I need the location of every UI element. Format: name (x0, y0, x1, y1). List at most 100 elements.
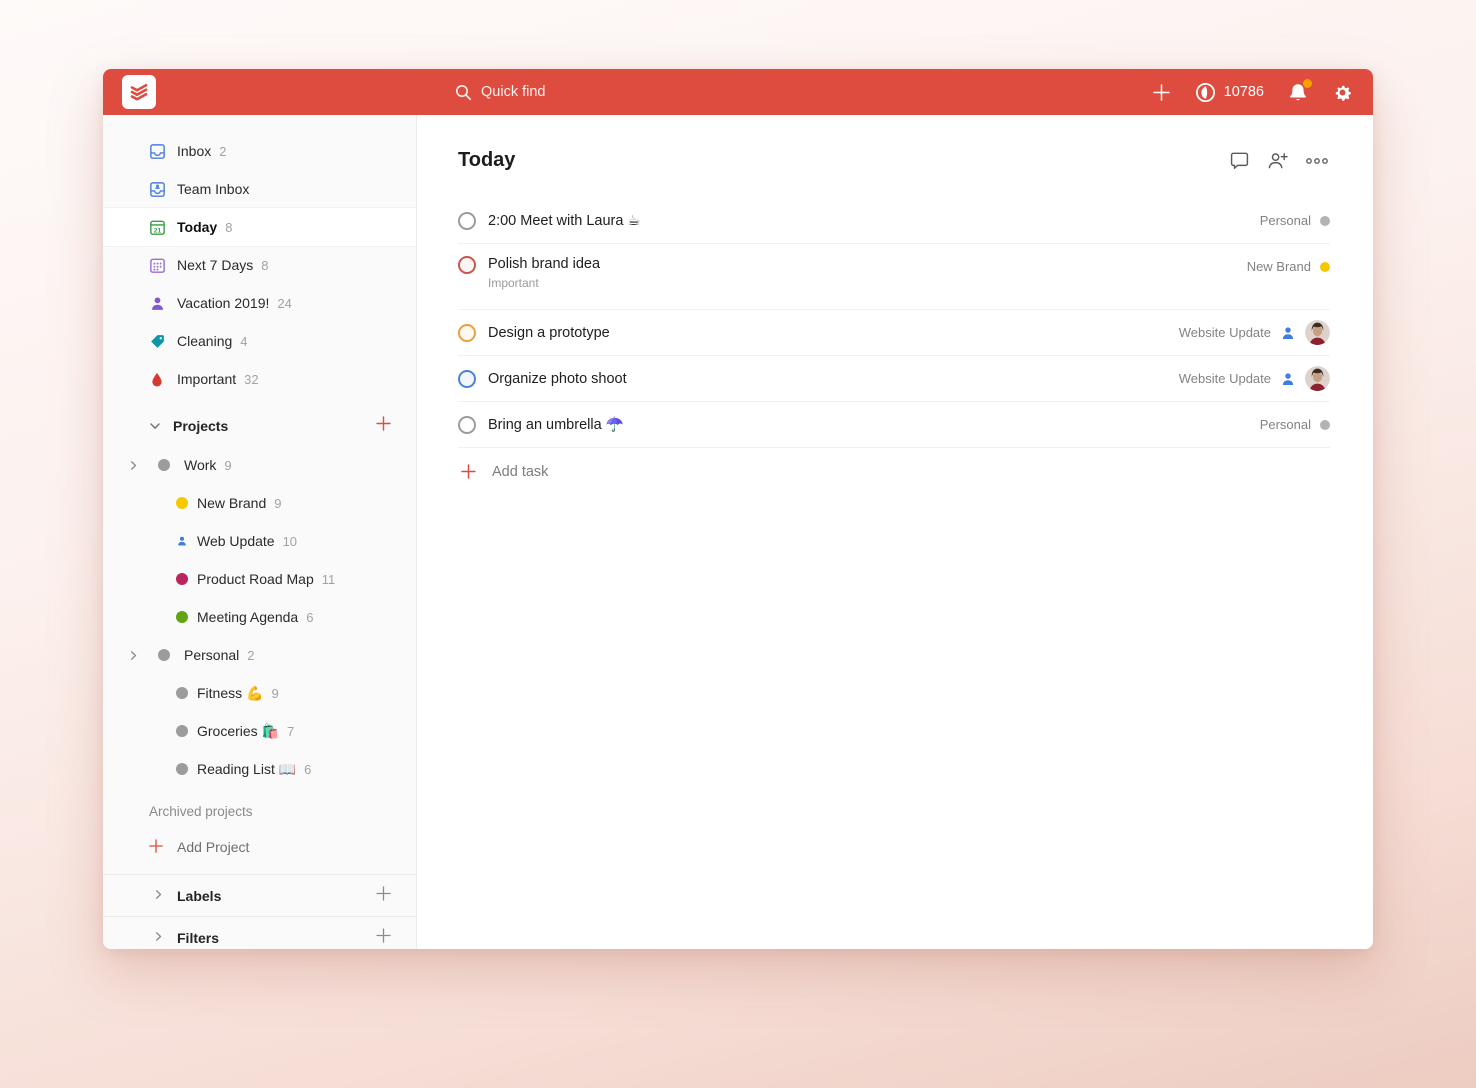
karma-icon (1195, 82, 1216, 103)
add-label-button[interactable] (375, 885, 392, 907)
svg-text:21: 21 (153, 227, 161, 234)
sidebar-item-important[interactable]: Important 32 (103, 360, 416, 398)
task-label-tag[interactable]: Important (488, 276, 600, 290)
item-count: 9 (271, 686, 278, 701)
task-title[interactable]: 2:00 Meet with Laura ☕ (488, 213, 640, 229)
comments-button[interactable] (1229, 150, 1250, 171)
add-task-quick-button[interactable] (1152, 83, 1171, 102)
task-project-label[interactable]: Personal (1260, 213, 1311, 228)
search-placeholder: Quick find (481, 84, 545, 100)
task-checkbox-priority-3[interactable] (458, 370, 476, 388)
chevron-right-icon[interactable] (128, 650, 144, 661)
task-checkbox[interactable] (458, 212, 476, 230)
topbar: Quick find 10786 (103, 69, 1373, 115)
filters-section-header[interactable]: Filters (103, 916, 416, 949)
notifications-button[interactable] (1288, 82, 1308, 103)
sidebar-project-work[interactable]: Work 9 (103, 446, 416, 484)
project-color-dot (176, 573, 188, 585)
task-checkbox-priority-2[interactable] (458, 324, 476, 342)
item-count: 9 (274, 496, 281, 511)
item-count: 9 (224, 458, 231, 473)
sidebar-item-inbox[interactable]: Inbox 2 (103, 132, 416, 170)
todoist-logo[interactable] (122, 75, 156, 109)
sidebar-item-cleaning[interactable]: Cleaning 4 (103, 322, 416, 360)
sidebar-item-today[interactable]: 21 Today 8 (103, 208, 416, 246)
project-label: Reading List 📖 (197, 761, 296, 778)
task-project-label[interactable]: Website Update (1179, 371, 1271, 386)
add-project-label: Add Project (177, 839, 249, 855)
project-color-dot (154, 649, 174, 661)
labels-header-label: Labels (177, 888, 221, 904)
item-count: 4 (240, 334, 247, 349)
search-input[interactable]: Quick find (455, 84, 545, 101)
task-project-label[interactable]: Personal (1260, 417, 1311, 432)
share-person-plus-button[interactable] (1266, 150, 1289, 171)
team-inbox-icon (147, 180, 167, 199)
search-icon (455, 84, 472, 101)
labels-section-header[interactable]: Labels (103, 874, 416, 916)
item-count: 6 (304, 762, 311, 777)
sidebar-item-label: Team Inbox (177, 181, 249, 197)
today-calendar-icon: 21 (147, 218, 167, 237)
settings-button[interactable] (1332, 82, 1353, 103)
task-checkbox-priority-1[interactable] (458, 256, 476, 274)
plus-icon (460, 463, 477, 480)
task-title[interactable]: Organize photo shoot (488, 371, 627, 387)
task-title[interactable]: Design a prototype (488, 325, 610, 341)
shared-project-person-icon (1280, 325, 1296, 341)
project-color-dot (176, 611, 188, 623)
add-project-button[interactable]: Add Project (103, 828, 416, 866)
archived-projects-label: Archived projects (149, 804, 253, 819)
project-color-dot (1320, 216, 1330, 226)
sidebar-item-next-7-days[interactable]: Next 7 Days 8 (103, 246, 416, 284)
assignee-avatar[interactable] (1305, 366, 1330, 391)
projects-header-label: Projects (173, 418, 228, 434)
item-count: 8 (261, 258, 268, 273)
sidebar-project-reading-list[interactable]: Reading List 📖 6 (103, 750, 416, 788)
add-task-button[interactable]: Add task (458, 448, 1330, 480)
task-project-label[interactable]: New Brand (1247, 259, 1311, 274)
item-count: 32 (244, 372, 258, 387)
project-label: Product Road Map (197, 571, 314, 587)
sidebar-project-personal[interactable]: Personal 2 (103, 636, 416, 674)
todoist-checkmarks-icon (128, 81, 150, 103)
project-color-dot (176, 763, 188, 775)
sidebar-project-meeting-agenda[interactable]: Meeting Agenda 6 (103, 598, 416, 636)
sidebar-project-web-update[interactable]: Web Update 10 (103, 522, 416, 560)
add-filter-button[interactable] (375, 927, 392, 949)
filters-header-label: Filters (177, 930, 219, 946)
sidebar-item-label: Next 7 Days (177, 257, 253, 273)
chevron-right-icon (153, 887, 164, 905)
sidebar-project-product-road-map[interactable]: Product Road Map 11 (103, 560, 416, 598)
main-content: Today 2:00 Meet with Laura ☕ (417, 115, 1373, 949)
sidebar-item-label: Cleaning (177, 333, 232, 349)
assignee-avatar[interactable] (1305, 320, 1330, 345)
sidebar-project-groceries[interactable]: Groceries 🛍️ 7 (103, 712, 416, 750)
task-project-label[interactable]: Website Update (1179, 325, 1271, 340)
task-checkbox[interactable] (458, 416, 476, 434)
item-count: 6 (306, 610, 313, 625)
chevron-right-icon[interactable] (128, 460, 144, 471)
archived-projects-link[interactable]: Archived projects (103, 794, 416, 828)
add-project-plus-button[interactable] (375, 415, 392, 437)
sidebar-project-fitness[interactable]: Fitness 💪 9 (103, 674, 416, 712)
task-row: Organize photo shoot Website Update (458, 356, 1330, 402)
sidebar-item-vacation-2019[interactable]: Vacation 2019! 24 (103, 284, 416, 322)
task-title[interactable]: Bring an umbrella ☂️ (488, 416, 624, 433)
main-header: Today (417, 115, 1373, 192)
sidebar-item-team-inbox[interactable]: Team Inbox (103, 170, 416, 208)
project-color-dot (176, 725, 188, 737)
more-options-button[interactable] (1305, 157, 1329, 165)
sidebar-project-new-brand[interactable]: New Brand 9 (103, 484, 416, 522)
next-7-days-icon (147, 256, 167, 275)
topbar-actions: 10786 (1152, 82, 1353, 103)
task-row: Bring an umbrella ☂️ Personal (458, 402, 1330, 448)
karma-counter[interactable]: 10786 (1195, 82, 1264, 103)
app-window: Quick find 10786 (103, 69, 1373, 949)
notification-badge (1303, 79, 1312, 88)
projects-section-header[interactable]: Projects (103, 406, 416, 446)
task-title[interactable]: Polish brand idea (488, 256, 600, 272)
task-row: Polish brand idea Important New Brand (458, 244, 1330, 310)
sidebar: Inbox 2 Team Inbox 21 Today 8 (103, 115, 417, 949)
task-list: 2:00 Meet with Laura ☕ Personal Polish b… (458, 198, 1330, 480)
